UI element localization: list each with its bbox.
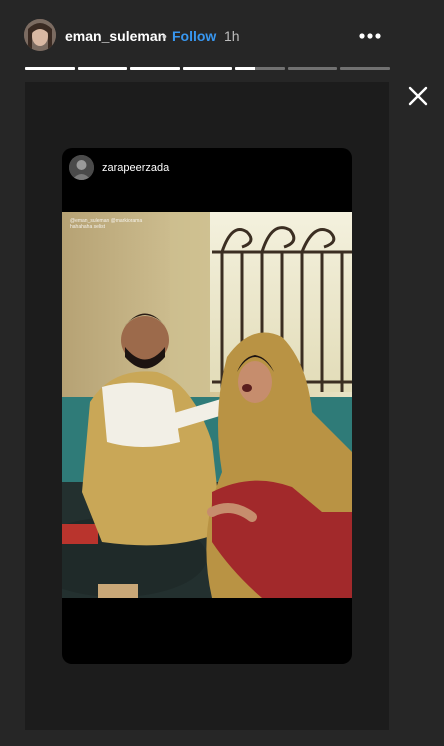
reshared-username[interactable]: zarapeerzada	[102, 162, 169, 174]
reshared-post-card[interactable]: zarapeerzada @eman_suleman @markiorama h…	[62, 148, 352, 664]
post-photo: @eman_suleman @markiorama hahahaha selis…	[62, 212, 352, 598]
photo-caption: @eman_suleman @markiorama hahahaha selis…	[70, 218, 142, 230]
separator-dot: •	[162, 28, 167, 44]
progress-segment-fill	[235, 67, 256, 70]
progress-segment	[25, 67, 75, 70]
more-horizontal-icon[interactable]	[356, 24, 384, 48]
progress-segment-fill	[25, 67, 75, 70]
reshared-user-avatar[interactable]	[69, 155, 94, 180]
progress-segment	[130, 67, 180, 70]
progress-segment	[287, 67, 338, 70]
story-progress-bar	[25, 67, 391, 70]
photo-caption-line-2: hahahaha selist	[70, 224, 106, 230]
story-header: eman_suleman • Follow 1h	[0, 0, 444, 70]
follow-button[interactable]: Follow	[172, 28, 216, 44]
post-time: 1h	[224, 28, 240, 44]
progress-segment	[182, 67, 233, 70]
username[interactable]: eman_suleman	[65, 28, 166, 44]
close-icon[interactable]	[406, 84, 430, 108]
progress-segment-fill	[182, 67, 233, 70]
progress-segment	[235, 67, 285, 70]
user-avatar[interactable]	[24, 19, 56, 51]
progress-segment-fill	[130, 67, 180, 70]
progress-segment	[77, 67, 128, 70]
progress-segment	[340, 67, 391, 70]
progress-segment-fill	[77, 67, 128, 70]
